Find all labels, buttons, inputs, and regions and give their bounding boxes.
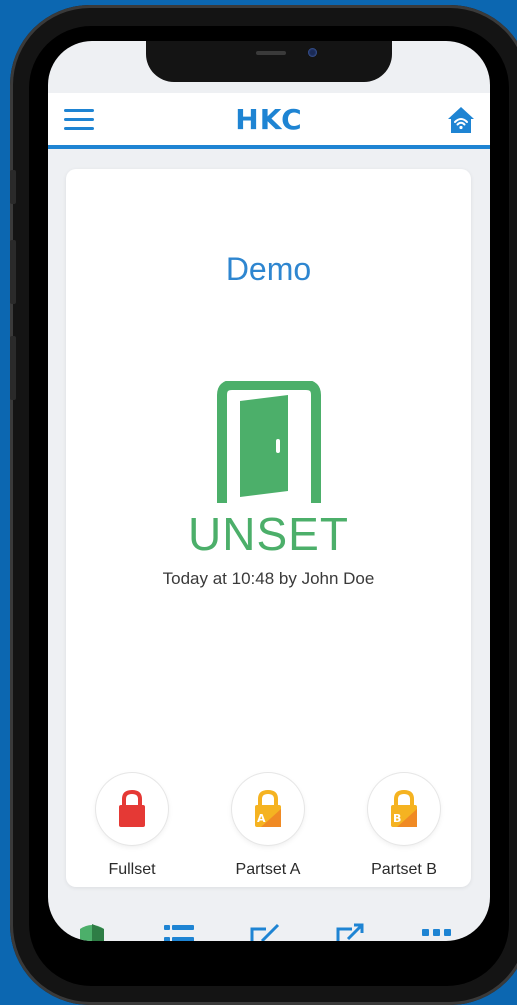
svg-text:A: A xyxy=(257,812,266,825)
status-detail: Today at 10:48 by John Doe xyxy=(162,569,375,588)
partset-b-label: Partset B xyxy=(371,861,437,878)
front-camera xyxy=(308,48,317,57)
mute-switch xyxy=(10,170,16,204)
edit-icon[interactable] xyxy=(244,915,284,941)
share-icon[interactable] xyxy=(330,915,370,941)
partset-a-label: Partset A xyxy=(235,861,301,878)
app-screen: HKC Demo UNSET Today at 10:48 by John Do… xyxy=(48,41,490,941)
shield-icon[interactable] xyxy=(72,915,112,941)
app-logo: HKC xyxy=(235,103,303,136)
lock-red-icon xyxy=(119,789,145,827)
site-name: Demo xyxy=(225,251,312,287)
notch xyxy=(146,41,392,82)
partset-b-button[interactable]: B Partset B xyxy=(334,773,474,879)
list-icon[interactable] xyxy=(158,915,198,941)
partset-a-circle[interactable]: A xyxy=(232,773,304,845)
app-header: HKC xyxy=(48,93,490,149)
fullset-button[interactable]: Fullset xyxy=(62,773,202,879)
speaker xyxy=(256,51,286,55)
svg-text:B: B xyxy=(393,812,401,825)
fullset-label: Fullset xyxy=(108,861,156,878)
volume-up-button xyxy=(10,240,16,304)
arm-status: UNSET xyxy=(188,508,349,560)
more-icon[interactable] xyxy=(416,915,456,941)
home-wifi-icon[interactable] xyxy=(446,105,476,135)
bottom-tab-bar xyxy=(48,905,490,941)
partset-a-button[interactable]: A Partset A xyxy=(198,773,338,879)
panel-status-card: Demo UNSET Today at 10:48 by John Doe Fu… xyxy=(66,169,471,887)
open-door-icon xyxy=(217,381,321,503)
lock-partset-b-icon: B xyxy=(391,789,417,827)
header-accent-line xyxy=(48,145,490,149)
partset-b-circle[interactable]: B xyxy=(368,773,440,845)
lock-partset-a-icon: A xyxy=(255,789,281,827)
fullset-circle[interactable] xyxy=(96,773,168,845)
volume-down-button xyxy=(10,336,16,400)
